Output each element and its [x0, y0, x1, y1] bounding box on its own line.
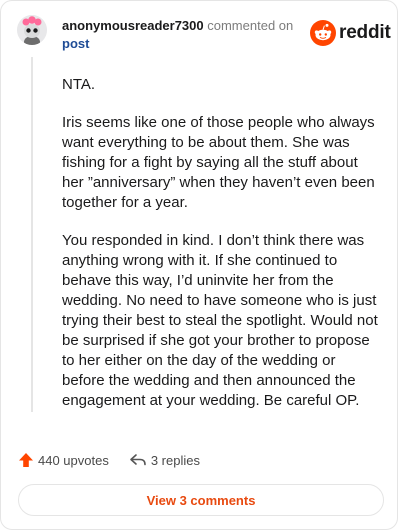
upvote-button[interactable]: 440 upvotes [18, 452, 109, 468]
upvote-arrow-icon [19, 453, 33, 467]
commented-on-text: commented on [207, 18, 294, 33]
reddit-wordmark: reddit [339, 22, 391, 43]
reply-arrow-icon [130, 454, 146, 466]
post-link[interactable]: post [62, 36, 89, 51]
reddit-logo[interactable]: reddit [310, 19, 391, 47]
username-text[interactable]: anonymousreader7300 [62, 18, 204, 33]
comment-paragraph: You responded in kind. I don’t think the… [62, 232, 378, 409]
comment-card: anonymousreader7300 commented on post re… [0, 0, 398, 530]
comment-paragraph: Iris seems like one of those people who … [62, 114, 375, 211]
comment-paragraph: NTA. [62, 76, 96, 93]
comment-author[interactable]: anonymousreader7300 commented on [62, 18, 293, 33]
snoo-avatar-icon [17, 15, 47, 45]
comment-actions: 440 upvotes 3 replies [18, 449, 200, 471]
reply-count: 3 replies [150, 452, 200, 468]
reddit-snoo-icon [310, 20, 336, 46]
upvote-count: 440 upvotes [38, 452, 109, 468]
avatar[interactable] [17, 15, 47, 45]
thread-line[interactable] [31, 57, 33, 412]
comment-body: NTA. Iris seems like one of those people… [62, 75, 382, 429]
replies-button[interactable]: 3 replies [129, 453, 200, 468]
view-comments-button[interactable]: View 3 comments [18, 484, 384, 516]
